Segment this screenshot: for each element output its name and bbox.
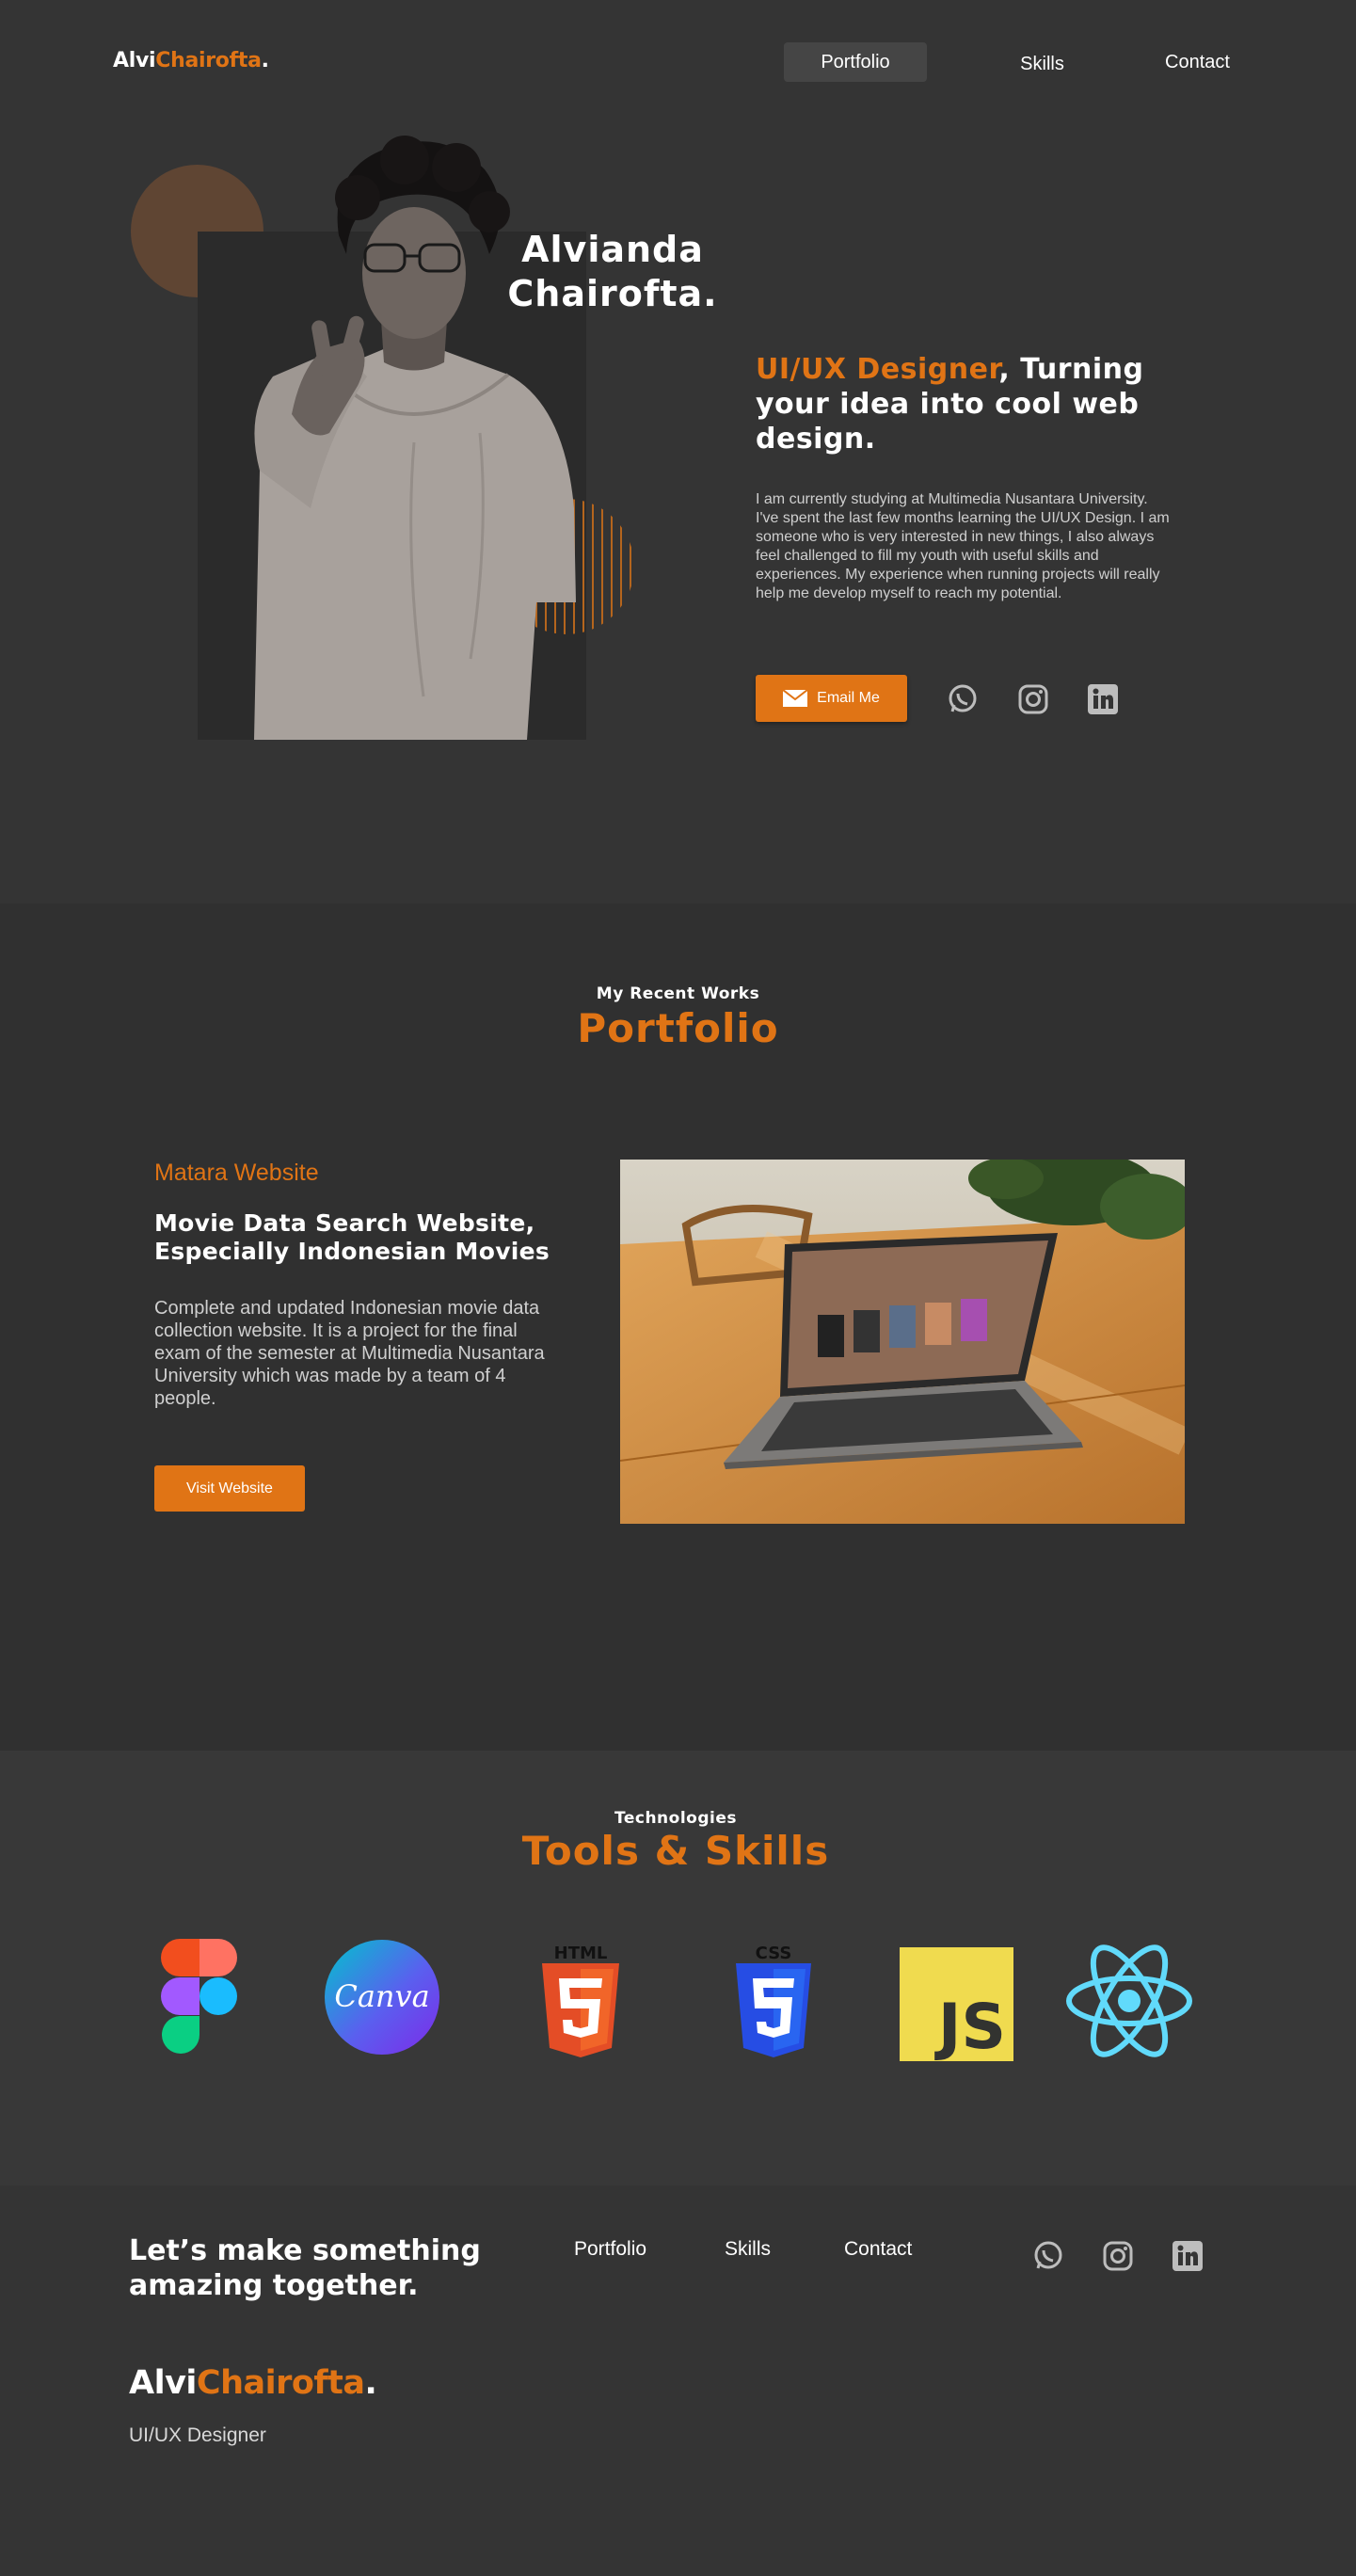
footer-logo-second: Chairofta xyxy=(196,2364,365,2402)
site-logo[interactable]: AlviChairofta. xyxy=(113,49,269,72)
instagram-icon[interactable] xyxy=(1016,682,1050,716)
project-name: Matara Website xyxy=(154,1160,319,1186)
hero-portrait xyxy=(254,136,576,740)
email-me-button[interactable]: Email Me xyxy=(756,675,907,722)
canva-wordmark: Canva xyxy=(334,1978,429,2014)
visit-website-button[interactable]: Visit Website xyxy=(154,1465,305,1512)
footer-link-skills[interactable]: Skills xyxy=(725,2238,771,2261)
css3-icon: CSS xyxy=(736,1944,811,2057)
hero-headline: UI/UX Designer, Turning your idea into c… xyxy=(756,352,1198,456)
footer-tagline: Let’s make something amazing together. xyxy=(129,2234,481,2302)
portfolio-title: Portfolio xyxy=(577,1005,779,1051)
hero-name-line1: Alvianda xyxy=(521,229,704,270)
nav-portfolio[interactable]: Portfolio xyxy=(784,42,927,82)
project-image xyxy=(620,1160,1185,1524)
skills-section: Technologies Tools & Skills Canva HTML C… xyxy=(0,1751,1356,2185)
portfolio-section: My Recent Works Portfolio Matara Website… xyxy=(0,904,1356,1751)
canva-icon: Canva xyxy=(325,1940,439,2055)
html-label: HTML xyxy=(554,1944,608,1963)
footer-role: UI/UX Designer xyxy=(129,2424,266,2446)
headline-accent: UI/UX Designer xyxy=(756,353,999,386)
footer-linkedin-icon[interactable] xyxy=(1171,2239,1204,2273)
logo-dot: . xyxy=(261,49,269,72)
email-me-label: Email Me xyxy=(817,690,880,706)
logo-second: Chairofta xyxy=(155,49,262,72)
hero-bio: I am currently studying at Multimedia Nu… xyxy=(756,491,1170,601)
html5-icon: HTML xyxy=(542,1944,619,2057)
footer-logo[interactable]: AlviChairofta. xyxy=(129,2364,377,2402)
footer-logo-dot: . xyxy=(364,2364,377,2402)
skills-title: Tools & Skills xyxy=(521,1828,830,1874)
envelope-icon xyxy=(783,690,808,707)
javascript-icon: JS xyxy=(900,1947,1013,2061)
footer-instagram-icon[interactable] xyxy=(1101,2239,1135,2273)
figma-icon xyxy=(161,1939,237,2054)
footer-link-portfolio[interactable]: Portfolio xyxy=(574,2238,646,2261)
project-title: Movie Data Search Website, Especially In… xyxy=(154,1209,550,1265)
css-label: CSS xyxy=(756,1944,792,1963)
footer-whatsapp-icon[interactable] xyxy=(1031,2239,1065,2273)
portfolio-kicker: My Recent Works xyxy=(596,984,760,1003)
footer-link-contact[interactable]: Contact xyxy=(844,2238,912,2261)
react-icon xyxy=(1066,1944,1192,2057)
project-description: Complete and updated Indonesian movie da… xyxy=(154,1298,545,1409)
footer-logo-first: Alvi xyxy=(129,2364,197,2402)
nav-contact[interactable]: Contact xyxy=(1148,43,1247,81)
skills-kicker: Technologies xyxy=(614,1809,737,1828)
whatsapp-icon[interactable] xyxy=(946,682,980,716)
hero-name-line2: Chairofta. xyxy=(507,273,718,314)
linkedin-icon[interactable] xyxy=(1086,682,1120,716)
nav-skills[interactable]: Skills xyxy=(997,45,1087,83)
hero-name: Alvianda Chairofta. xyxy=(489,228,736,316)
logo-first: Alvi xyxy=(113,49,156,72)
js-label: JS xyxy=(937,1991,1006,2063)
